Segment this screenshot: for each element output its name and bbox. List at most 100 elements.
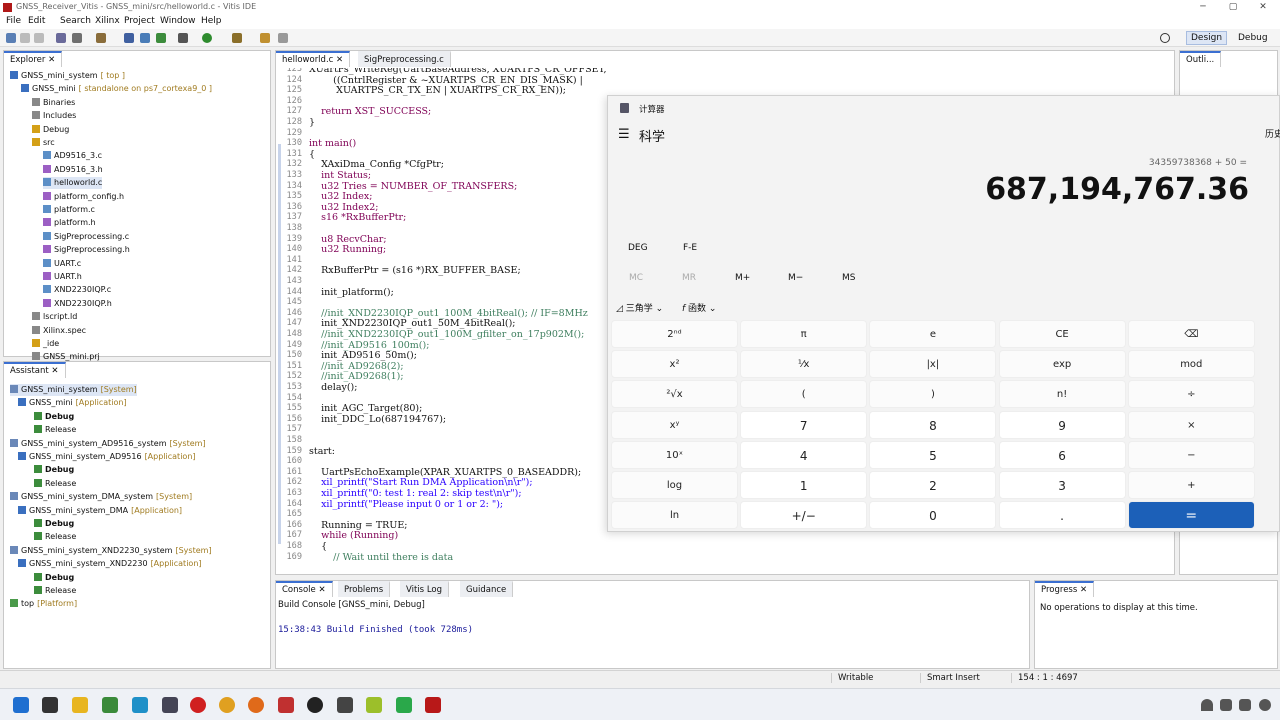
explorer-item[interactable]: GNSS_mini[ standalone on ps7_cortexa9_0 …: [21, 83, 212, 95]
edge-icon[interactable]: [132, 697, 148, 713]
explorer-item[interactable]: SigPreprocessing.c: [43, 231, 129, 243]
abs-button[interactable]: |x|: [869, 350, 997, 379]
save-icon[interactable]: [20, 33, 30, 43]
menu-help[interactable]: Help: [201, 16, 222, 26]
assistant-item[interactable]: GNSS_mini_system_DMA_system [System]: [10, 491, 192, 503]
explorer-item[interactable]: XND2230IQP.h: [43, 298, 112, 310]
square-button[interactable]: x²: [611, 350, 738, 379]
tab-guidance[interactable]: Guidance: [460, 581, 514, 597]
tab-progress[interactable]: Progress ✕: [1035, 581, 1095, 597]
code-line[interactable]: }: [309, 117, 315, 128]
code-line[interactable]: //init_XND2230IQP_out1_100M_gfilter_on_1…: [309, 329, 584, 340]
explorer-item[interactable]: platform.h: [43, 217, 96, 229]
minimize-icon[interactable]: ─: [1188, 0, 1218, 14]
code-line[interactable]: u8 RecvChar;: [309, 234, 386, 245]
hamburger-menu-icon[interactable]: ☰: [618, 127, 630, 142]
explorer-item[interactable]: platform_config.h: [43, 191, 124, 203]
code-line[interactable]: int main(): [309, 138, 356, 149]
code-line[interactable]: xil_printf("Start Run DMA Application\n\…: [309, 477, 533, 488]
explorer-item[interactable]: SigPreprocessing.h: [43, 244, 130, 256]
maximize-icon[interactable]: ▢: [1218, 0, 1248, 14]
code-line[interactable]: int Status;: [309, 170, 371, 181]
code-line[interactable]: UartPsEchoExample(XPAR_XUARTPS_0_BASEADD…: [309, 467, 581, 478]
digit-8-button[interactable]: 8: [869, 410, 997, 439]
tab-sigpreprocessing[interactable]: SigPreprocessing.c: [358, 51, 451, 67]
calculator-taskbar-icon[interactable]: [162, 697, 178, 713]
code-line[interactable]: u32 Tries = NUMBER_OF_TRANSFERS;: [309, 181, 517, 192]
assistant-item[interactable]: GNSS_mini_system [System]: [10, 384, 137, 396]
assistant-item[interactable]: Release: [34, 585, 76, 597]
code-line[interactable]: start:: [309, 446, 335, 457]
explorer-item[interactable]: UART.h: [43, 271, 82, 283]
app-red-icon[interactable]: [278, 697, 294, 713]
perspective-design[interactable]: Design: [1186, 31, 1228, 45]
memory-subtract-button[interactable]: M−: [788, 273, 803, 283]
tab-vitis-log[interactable]: Vitis Log: [400, 581, 449, 597]
menu-project[interactable]: Project: [124, 16, 155, 26]
code-line[interactable]: u32 Index2;: [309, 202, 378, 213]
history-label[interactable]: 历史: [1265, 127, 1280, 140]
assistant-item[interactable]: top [Platform]: [10, 598, 77, 610]
menu-xilinx[interactable]: Xilinx: [95, 16, 120, 26]
explorer-item[interactable]: UART.c: [43, 258, 81, 270]
notification-icon[interactable]: [1259, 699, 1271, 711]
open-paren-button[interactable]: (: [740, 380, 868, 409]
save-all-icon[interactable]: [34, 33, 44, 43]
negate-button[interactable]: +/−: [740, 501, 868, 530]
function-dropdown[interactable]: f 函数 ⌄: [682, 301, 716, 314]
tab-assistant[interactable]: Assistant ✕: [4, 362, 66, 378]
digit-4-button[interactable]: 4: [740, 440, 868, 469]
assistant-item[interactable]: GNSS_mini [Application]: [18, 397, 127, 409]
code-line[interactable]: Running = TRUE;: [309, 520, 407, 531]
run-icon[interactable]: [156, 33, 166, 43]
netease-icon[interactable]: [190, 697, 206, 713]
code-line[interactable]: //init_AD9516_100m();: [309, 340, 429, 351]
memory-add-button[interactable]: M+: [735, 273, 750, 283]
code-line[interactable]: init_XND2230IQP_out1_50M_4bitReal();: [309, 318, 515, 329]
code-line[interactable]: XAxiDma_Config *CfgPtr;: [309, 159, 444, 170]
divide-button[interactable]: ÷: [1127, 380, 1255, 409]
explorer-item[interactable]: Debug: [32, 124, 69, 136]
code-line[interactable]: RxBufferPtr = (s16 *)RX_BUFFER_BASE;: [309, 265, 521, 276]
tab-explorer[interactable]: Explorer ✕: [4, 51, 63, 67]
factorial-button[interactable]: n!: [998, 380, 1126, 409]
assistant-item[interactable]: GNSS_mini_system_DMA [Application]: [18, 505, 182, 517]
digit-1-button[interactable]: 1: [740, 471, 868, 499]
ten-power-button[interactable]: 10ˣ: [611, 440, 738, 469]
e-button[interactable]: e: [869, 320, 997, 348]
minus-button[interactable]: −: [1127, 440, 1255, 469]
code-line[interactable]: xil_printf("Please input 0 or 1 or 2: ")…: [309, 499, 503, 510]
code-line[interactable]: xil_printf("0: test 1: real 2: skip test…: [309, 488, 521, 499]
tab-outline[interactable]: Outli...: [1180, 51, 1222, 67]
digit-3-button[interactable]: 3: [998, 471, 1126, 499]
sqrt-button[interactable]: ²√x: [611, 380, 738, 409]
tab-helloworld[interactable]: helloworld.c ✕: [276, 51, 351, 67]
menu-search[interactable]: Search: [60, 16, 91, 26]
explorer-item[interactable]: Xilinx.spec: [32, 325, 86, 337]
vitis-taskbar-icon[interactable]: [425, 697, 441, 713]
assistant-item[interactable]: Release: [34, 531, 76, 543]
record-icon[interactable]: [307, 697, 323, 713]
deg-button[interactable]: DEG: [628, 243, 648, 253]
code-line[interactable]: XUARTPS_CR_TX_EN | XUARTPS_CR_RX_EN));: [309, 85, 566, 96]
code-line[interactable]: {: [309, 541, 327, 552]
code-line[interactable]: //init_AD9268(2);: [309, 361, 403, 372]
log-button[interactable]: log: [611, 471, 738, 499]
hammer-icon[interactable]: [96, 33, 106, 43]
new-icon[interactable]: [6, 33, 16, 43]
code-line[interactable]: //init_AD9268(1);: [309, 371, 403, 382]
perspective-debug[interactable]: Debug: [1233, 31, 1273, 45]
code-line[interactable]: init_AD9516_50m();: [309, 350, 417, 361]
nav-icon[interactable]: [260, 33, 270, 43]
close-icon[interactable]: ✕: [1248, 0, 1278, 14]
code-line[interactable]: return XST_SUCCESS;: [309, 106, 431, 117]
code-line[interactable]: u32 Index;: [309, 191, 372, 202]
assistant-item[interactable]: Debug: [34, 411, 74, 423]
vitis-icon[interactable]: [140, 33, 150, 43]
clear-entry-button[interactable]: CE: [998, 320, 1126, 348]
multiply-button[interactable]: ×: [1127, 410, 1255, 439]
assistant-item[interactable]: Debug: [34, 572, 74, 584]
code-line[interactable]: delay();: [309, 382, 357, 393]
play-icon[interactable]: [202, 33, 212, 43]
digit-6-button[interactable]: 6: [998, 440, 1126, 469]
